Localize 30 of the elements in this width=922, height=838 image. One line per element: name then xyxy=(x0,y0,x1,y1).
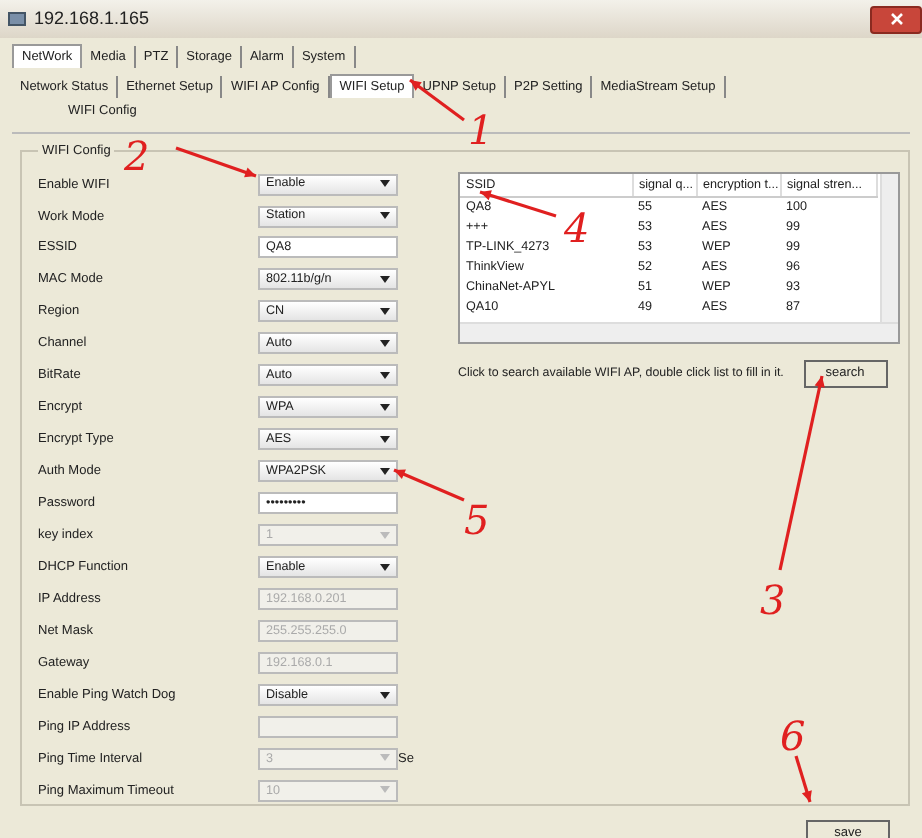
annotation-number: 2 xyxy=(124,136,150,176)
annotation-arrow xyxy=(393,468,465,502)
caret-icon xyxy=(380,531,390,540)
caret-icon xyxy=(380,403,390,412)
annotation-number: 4 xyxy=(564,208,590,248)
caret-icon xyxy=(380,435,390,444)
caret-icon xyxy=(380,691,390,700)
annotation-number: 5 xyxy=(464,500,490,540)
annotation-arrow xyxy=(794,755,812,803)
vertical-scrollbar[interactable] xyxy=(879,173,897,322)
window-title: 192.168.1.165 xyxy=(34,5,150,32)
caret-icon xyxy=(380,307,390,316)
caret-icon xyxy=(380,754,390,763)
annotation-number: 1 xyxy=(468,110,494,150)
annotation-arrow xyxy=(409,78,465,122)
caret-icon xyxy=(380,467,390,476)
caret-icon xyxy=(380,563,390,572)
close-icon xyxy=(889,11,903,26)
app-icon xyxy=(8,10,26,28)
caret-icon xyxy=(380,339,390,348)
caret-icon xyxy=(380,275,390,284)
caret-icon xyxy=(380,786,390,795)
annotation-arrow xyxy=(175,146,257,178)
horizontal-scrollbar[interactable] xyxy=(460,321,897,342)
caret-icon xyxy=(380,180,390,189)
annotation-number: 3 xyxy=(760,580,786,620)
annotation-number: 6 xyxy=(780,716,806,756)
close-button[interactable] xyxy=(870,5,922,33)
caret-icon xyxy=(380,371,390,380)
caret-icon xyxy=(380,212,390,220)
